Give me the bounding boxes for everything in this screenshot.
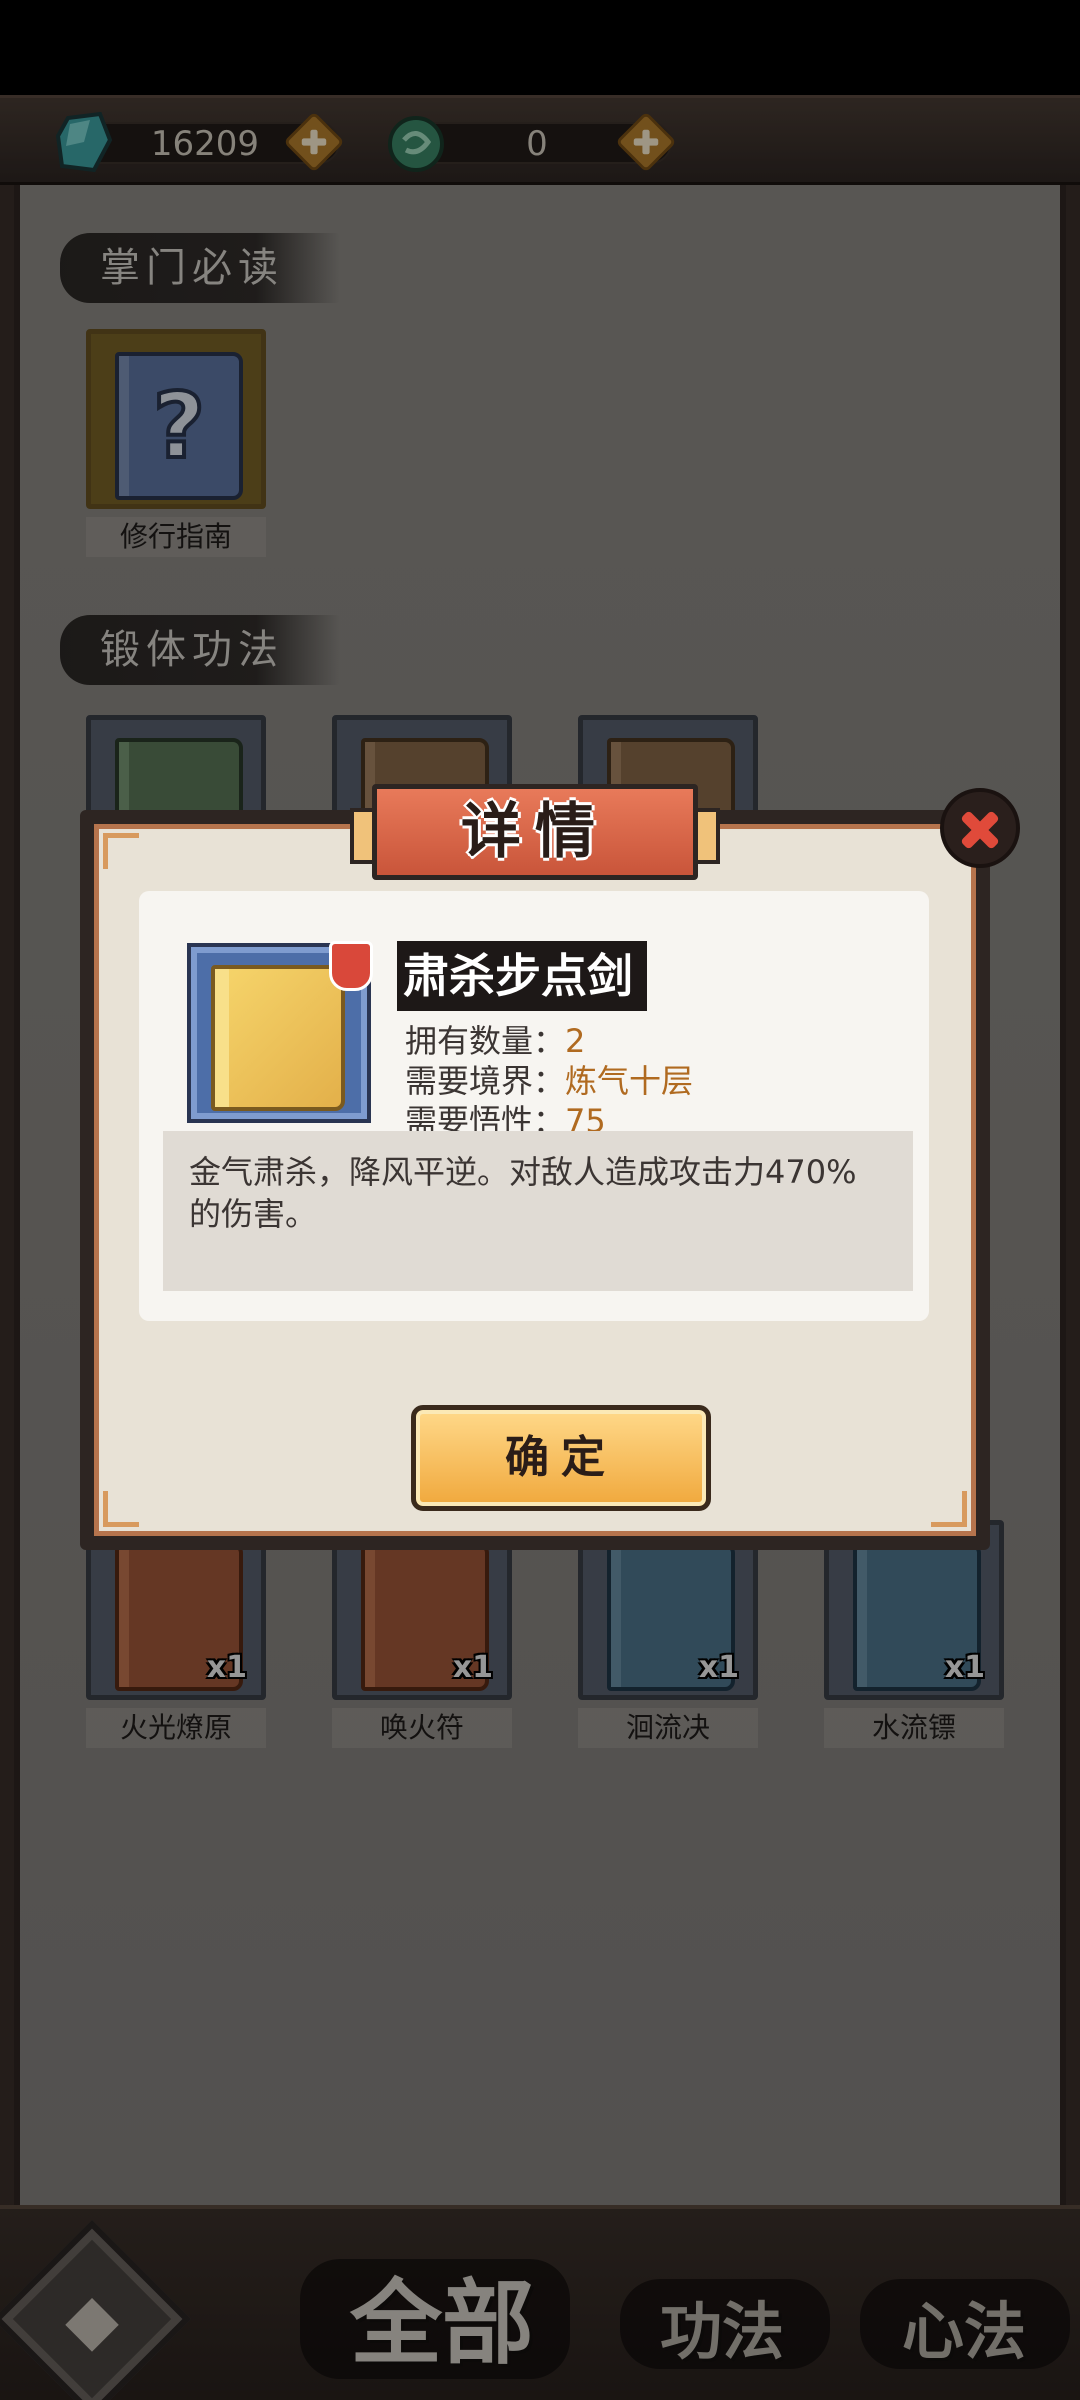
sword-badge-icon: [329, 941, 373, 991]
attr-required-realm: 需要境界：炼气十层: [405, 1062, 694, 1100]
detail-dialog: 肃杀步点剑 拥有数量：2 需要境界：炼气十层 需要悟性：75 金气肃杀，降风平逆…: [80, 784, 1020, 1550]
dialog-title: 详情: [372, 784, 698, 880]
confirm-button[interactable]: 确定: [411, 1405, 711, 1511]
attr-owned-count: 拥有数量：2: [405, 1022, 586, 1060]
skill-book-icon: [187, 941, 373, 1123]
item-description: 金气肃杀，降风平逆。对敌人造成攻击力470%的伤害。: [163, 1131, 913, 1291]
close-icon[interactable]: [940, 788, 1020, 868]
dialog-header: 详情: [350, 784, 720, 884]
item-info-card: 肃杀步点剑 拥有数量：2 需要境界：炼气十层 需要悟性：75 金气肃杀，降风平逆…: [139, 891, 929, 1321]
item-title: 肃杀步点剑: [397, 941, 647, 1011]
